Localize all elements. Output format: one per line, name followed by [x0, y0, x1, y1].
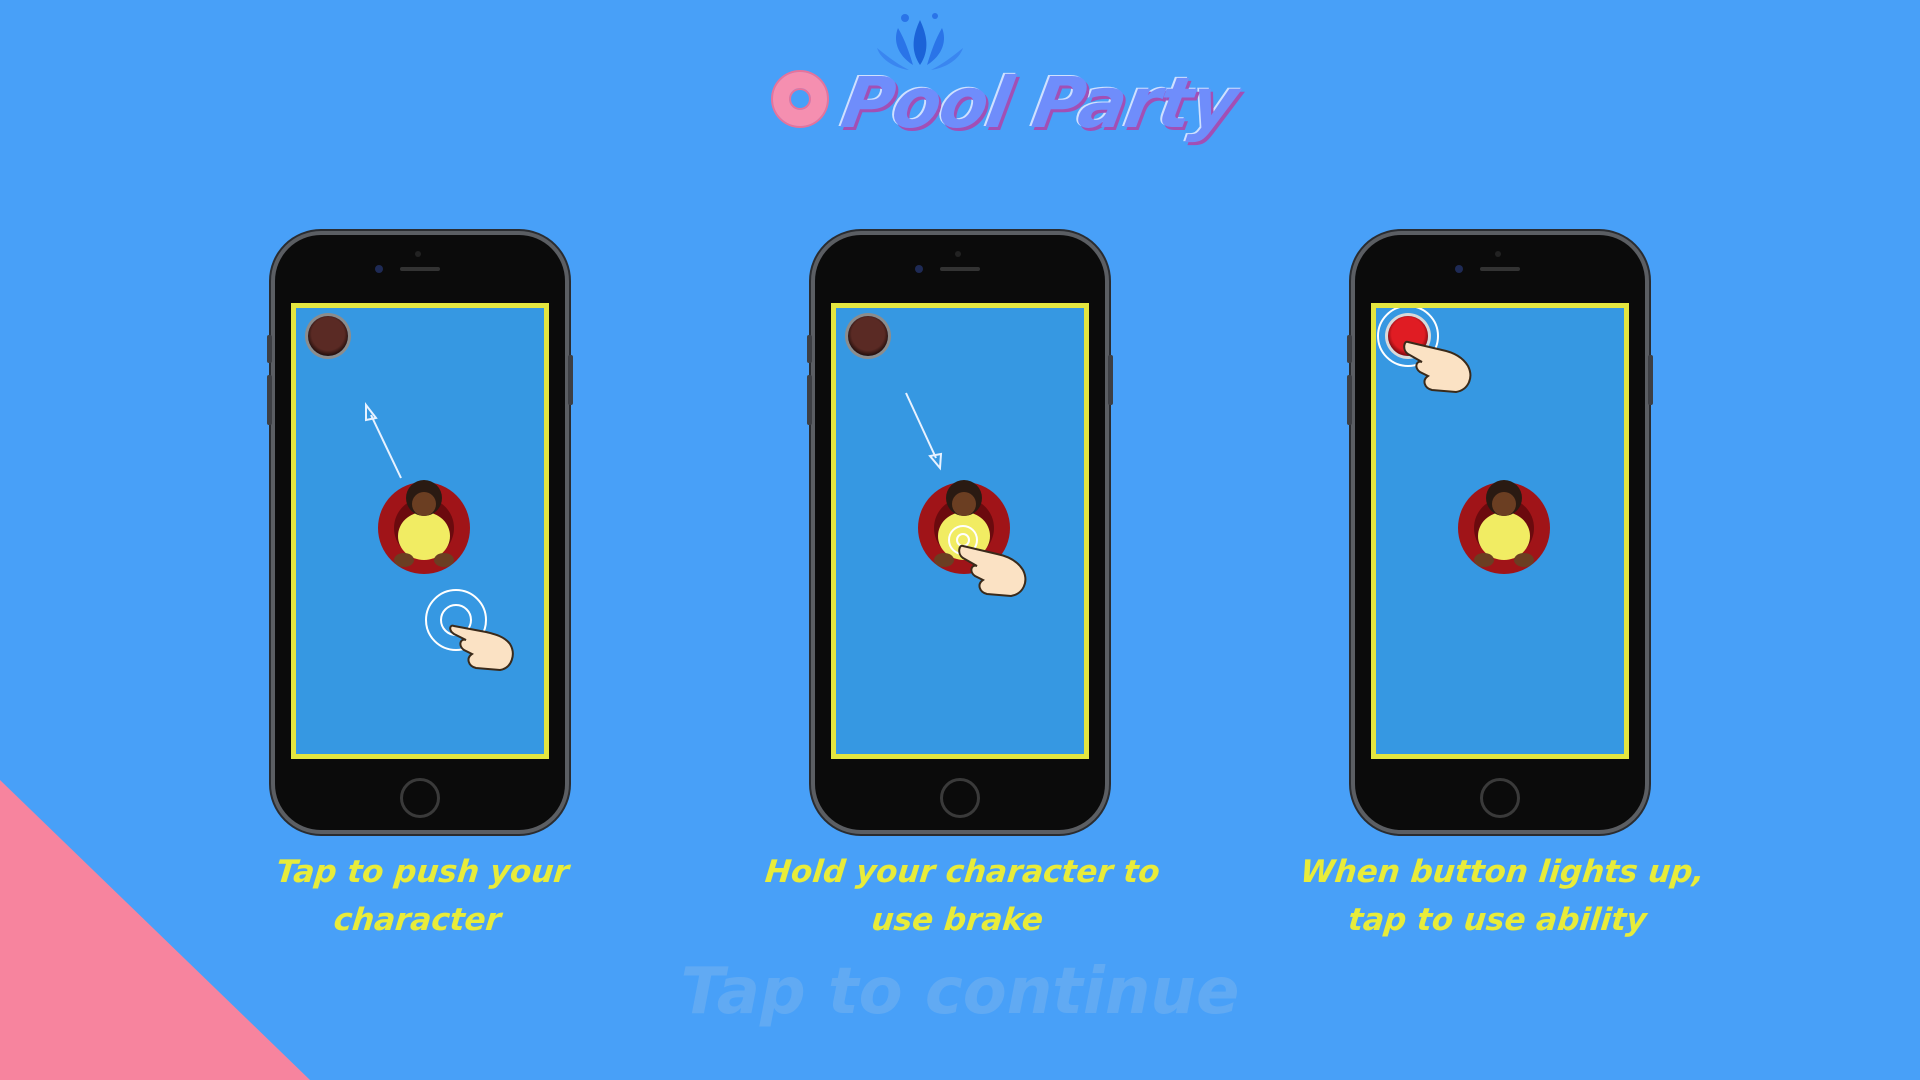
tutorial-phone-ability	[1347, 235, 1653, 830]
tap-to-continue-prompt[interactable]: Tap to continue	[0, 955, 1920, 1029]
character-on-float-icon	[378, 480, 470, 574]
game-screen	[1371, 303, 1629, 759]
tutorial-phone-push	[267, 235, 573, 830]
caption-ability: When button lights up, tap to use abilit…	[1298, 854, 1707, 938]
game-screen	[831, 303, 1089, 759]
tap-hand-icon	[425, 589, 514, 672]
caption-brake: Hold your character to use brake	[763, 854, 1162, 938]
game-screen	[291, 303, 549, 759]
tutorial-phone-brake	[807, 235, 1113, 830]
tap-hand-icon	[1403, 340, 1472, 394]
hold-hand-icon	[948, 525, 1027, 598]
pool-ring-icon	[773, 72, 827, 126]
caption-push: Tap to push your character	[274, 854, 571, 938]
character-on-float-icon	[1458, 480, 1550, 574]
game-title: Pool Party	[835, 62, 1244, 144]
game-logo: Pool Party	[765, 10, 1244, 160]
